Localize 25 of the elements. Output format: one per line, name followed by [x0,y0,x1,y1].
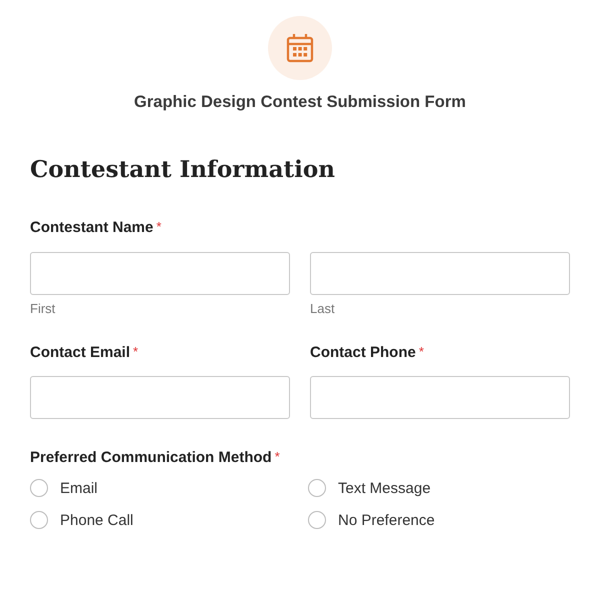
radio-option[interactable]: Phone Call [30,511,308,529]
text-input-field[interactable] [310,252,570,295]
section-heading: Contestant Information [30,156,336,183]
sub-label: First [30,301,56,316]
radio-button[interactable] [30,511,48,529]
field-label: Preferred Communication Method [30,449,272,466]
field-label: Contestant Name [30,219,154,236]
radio-option[interactable]: Email [30,479,308,497]
radio-option[interactable]: Text Message [308,479,568,497]
required-asterisk: * [418,344,424,359]
radio-button[interactable] [308,511,326,529]
required-asterisk: * [274,449,280,464]
radio-button[interactable] [30,479,48,497]
calendar-icon [286,33,314,63]
radio-button[interactable] [308,479,326,497]
text-input-field[interactable] [30,376,290,419]
field-label: Contact Email [30,344,130,361]
text-input-field[interactable] [310,376,570,419]
form-title: Graphic Design Contest Submission Form [134,93,466,112]
field-label: Contact Phone [310,344,416,361]
required-asterisk: * [156,219,162,234]
text-input-field[interactable] [30,252,290,295]
sub-label: Last [310,301,335,316]
radio-option[interactable]: No Preference [308,511,568,529]
required-asterisk: * [133,344,138,359]
